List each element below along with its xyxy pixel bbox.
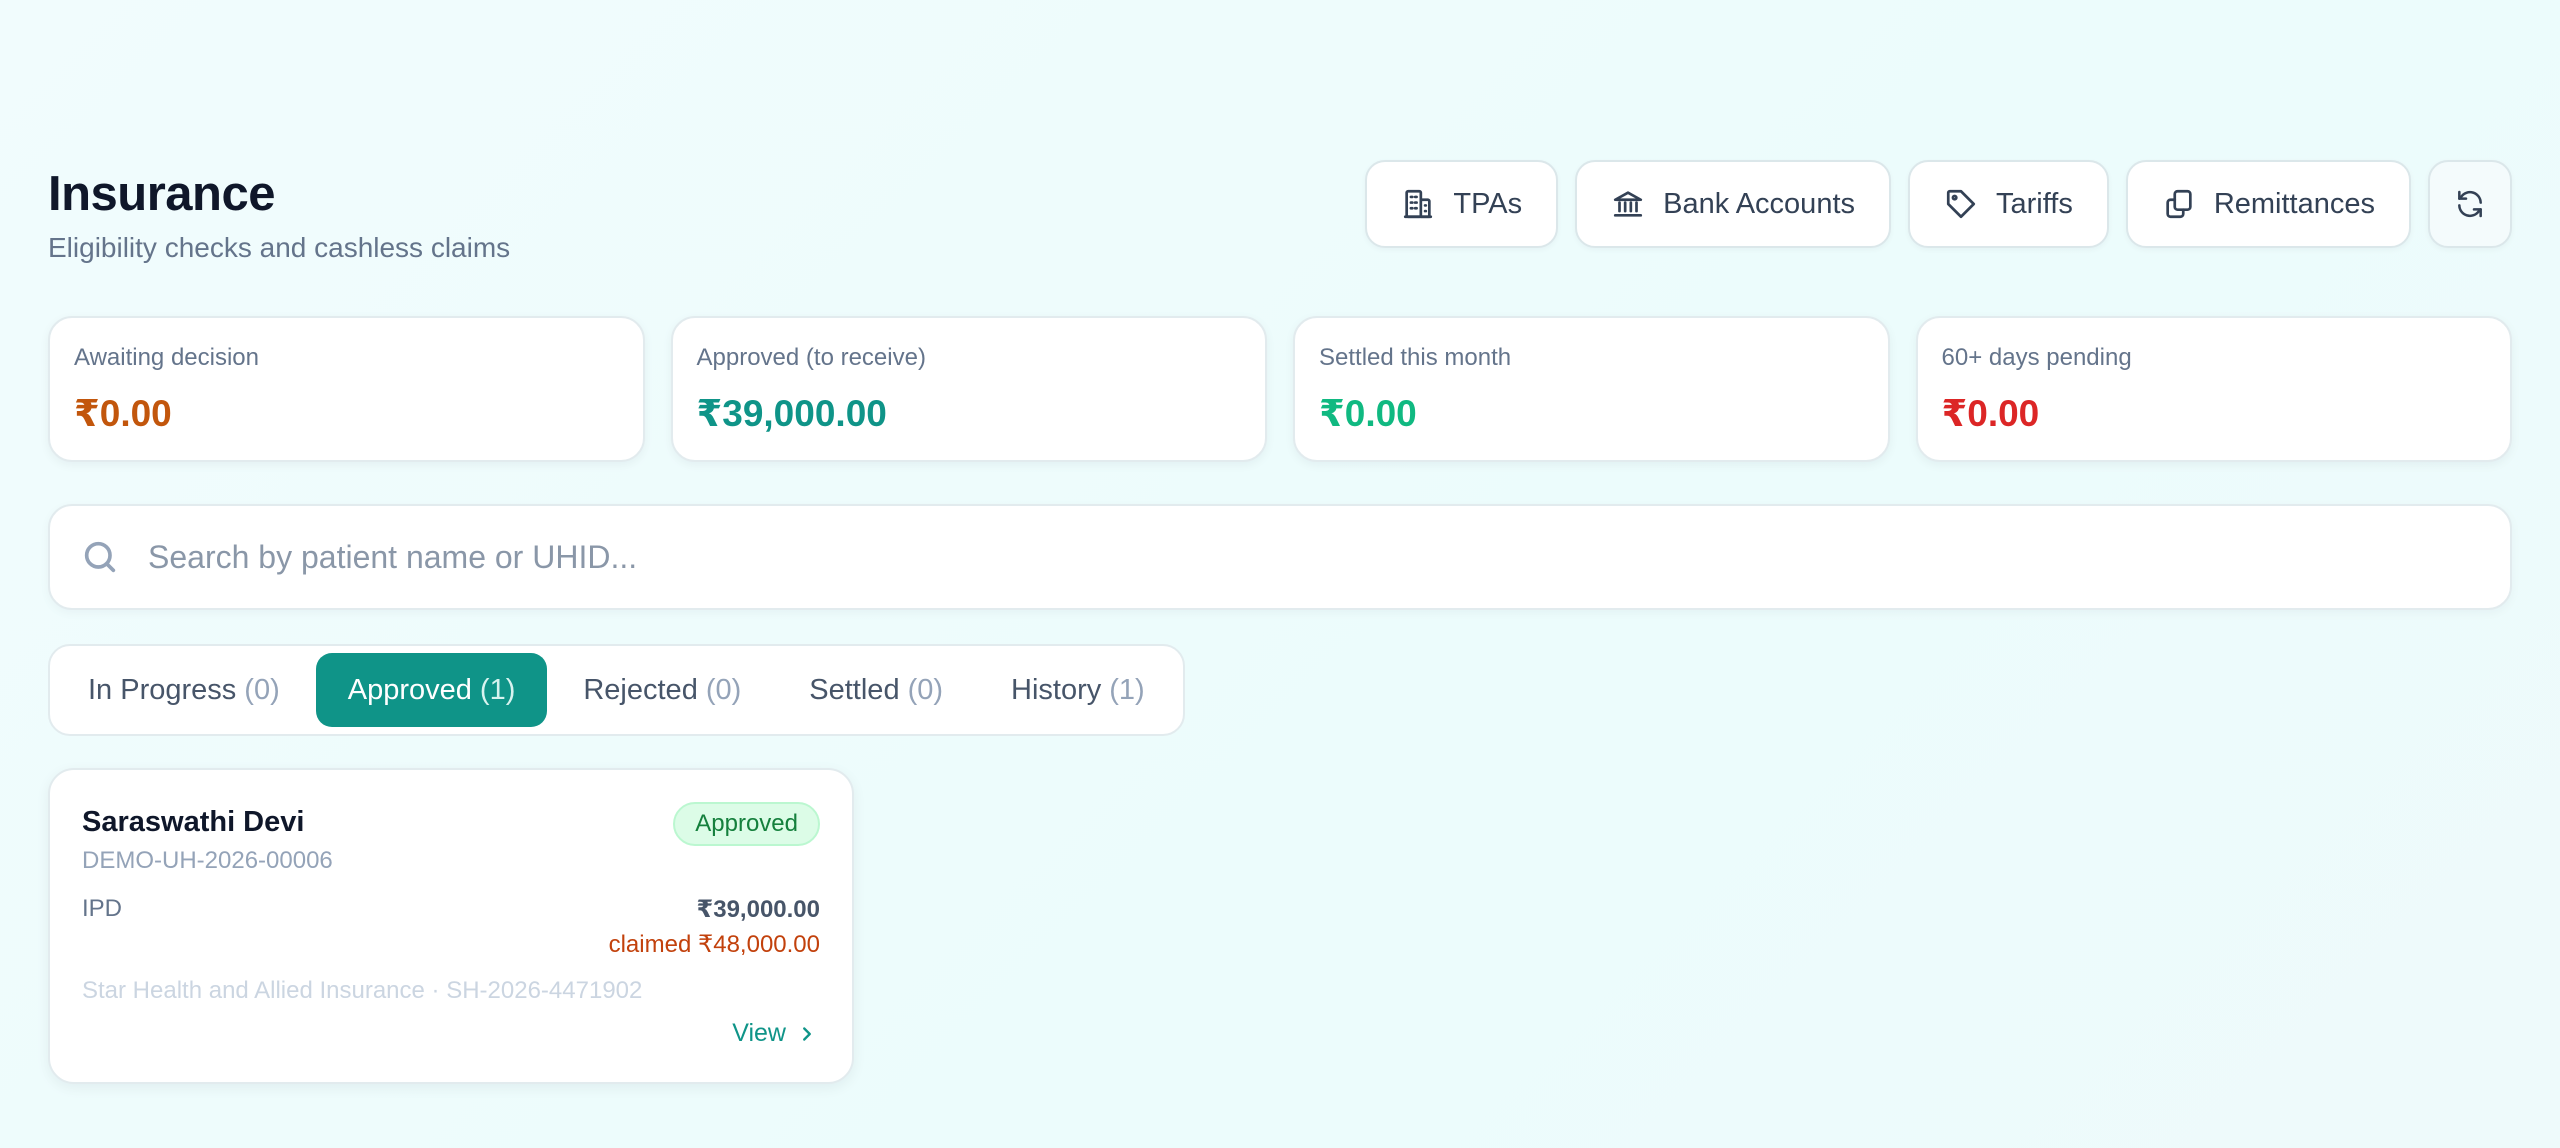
tab-history[interactable]: History (1) (979, 653, 1177, 727)
stat-settled-this-month: Settled this month ₹0.00 (1293, 316, 1890, 462)
tab-settled[interactable]: Settled (0) (777, 653, 975, 727)
stat-label: Awaiting decision (74, 344, 260, 371)
refresh-button[interactable] (2428, 160, 2512, 248)
stat-approved-to-receive: Approved (to receive) ₹39,000.00 (670, 316, 1267, 462)
stat-value: ₹0.00 (74, 393, 172, 434)
tariffs-button[interactable]: Tariffs (1908, 160, 2109, 248)
tab-label: In Progress (88, 673, 237, 706)
patient-name: Saraswathi Devi (82, 806, 305, 838)
tab-count: (1) (1109, 673, 1145, 706)
claim-card[interactable]: Saraswathi Devi DEMO-UH-2026-00006 Appro… (48, 768, 854, 1084)
tag-icon (1946, 189, 1976, 219)
tab-rejected[interactable]: Rejected (0) (551, 653, 773, 727)
stat-label: Approved (to receive) (696, 344, 926, 371)
stat-value: ₹0.00 (1941, 393, 2040, 434)
tab-count: (0) (244, 673, 280, 706)
toolbar: TPAs Bank Accounts Tariffs Remittances (1365, 160, 2512, 248)
claim-type: IPD (82, 895, 123, 922)
bank-icon (1614, 191, 1643, 217)
insurance-page: Insurance Eligibility checks and cashles… (0, 0, 2560, 1148)
chevron-right-icon (803, 1026, 811, 1041)
stat-60-days-pending: 60+ days pending ₹0.00 (1915, 316, 2512, 462)
tab-approved[interactable]: Approved (1) (315, 653, 548, 727)
tariffs-button-label: Tariffs (1996, 187, 2073, 220)
tpas-button-label: TPAs (1453, 187, 1523, 220)
search-icon (84, 541, 116, 573)
insurer-line: Star Health and Allied Insurance · SH-20… (82, 977, 643, 1004)
approved-amount: ₹39,000.00 (696, 896, 820, 923)
tab-count: (0) (705, 673, 742, 706)
remittances-button-label: Remittances (2213, 187, 2375, 220)
refresh-icon (2458, 190, 2482, 218)
copy-icon (2166, 189, 2192, 219)
bank-accounts-button[interactable]: Bank Accounts (1575, 160, 1891, 248)
tab-label: History (1011, 673, 1102, 706)
tab-count: (0) (907, 673, 944, 706)
claim-status-tabs: In Progress (0) Approved (1) Rejected (0) S… (48, 644, 1185, 736)
claimed-amount: claimed ₹48,000.00 (608, 931, 820, 958)
patient-uhid: DEMO-UH-2026-00006 (82, 847, 333, 874)
tab-label: Approved (347, 673, 472, 706)
page-title: Insurance (48, 167, 275, 221)
page-subtitle: Eligibility checks and cashless claims (48, 232, 511, 263)
bank-accounts-button-label: Bank Accounts (1663, 187, 1855, 220)
tab-label: Rejected (583, 673, 698, 706)
stats-row: Awaiting decision ₹0.00 Approved (to rec… (48, 316, 2512, 462)
status-badge: Approved (673, 802, 820, 846)
stat-label: 60+ days pending (1941, 344, 2132, 371)
search-bar (48, 504, 2512, 610)
search-input[interactable] (148, 538, 2480, 576)
stat-awaiting-decision: Awaiting decision ₹0.00 (48, 316, 645, 462)
tab-in-progress[interactable]: In Progress (0) (56, 653, 312, 727)
tab-count: (1) (479, 673, 516, 706)
stat-value: ₹39,000.00 (696, 393, 887, 434)
building-icon (1404, 189, 1433, 219)
tab-label: Settled (809, 673, 900, 706)
remittances-button[interactable]: Remittances (2125, 160, 2411, 248)
tpas-button[interactable]: TPAs (1365, 160, 1559, 248)
stat-label: Settled this month (1319, 344, 1512, 371)
stat-value: ₹0.00 (1319, 393, 1417, 434)
view-claim-link[interactable]: View (732, 1019, 818, 1048)
view-label: View (732, 1019, 786, 1047)
